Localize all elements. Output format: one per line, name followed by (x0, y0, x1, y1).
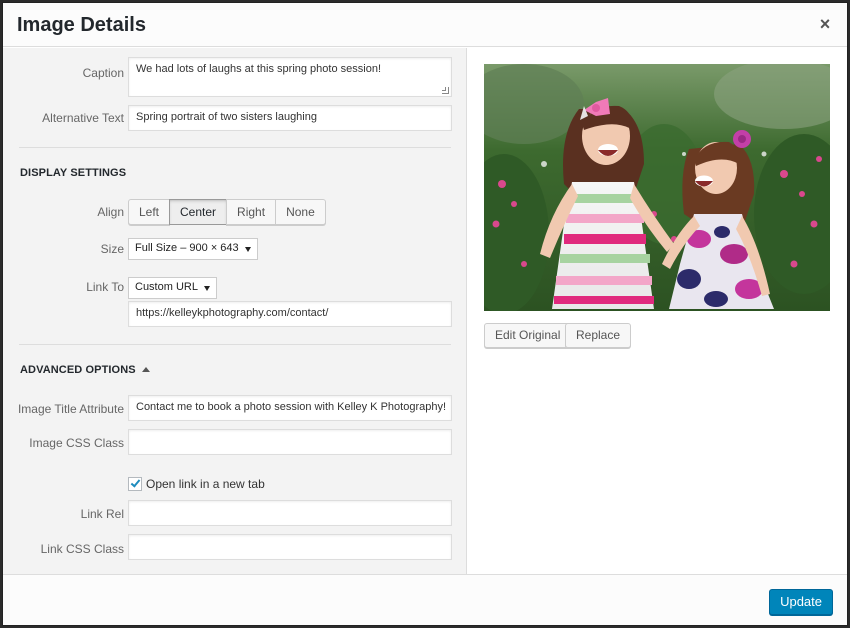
link-rel-field[interactable] (128, 500, 452, 526)
divider (19, 147, 451, 148)
link-to-select[interactable]: Custom URL (128, 277, 217, 299)
advanced-options-heading: ADVANCED OPTIONS (20, 364, 136, 376)
align-right-button[interactable]: Right (226, 199, 277, 225)
align-label: Align (97, 205, 124, 219)
size-label: Size (100, 242, 124, 256)
align-none-button[interactable]: None (275, 199, 326, 225)
new-tab-label: Open link in a new tab (146, 477, 265, 491)
link-url-field[interactable]: https://kelleykphotography.com/contact/ (128, 301, 452, 327)
update-button[interactable]: Update (769, 589, 833, 615)
edit-original-button[interactable]: Edit Original (484, 323, 572, 348)
checkmark-icon (130, 477, 141, 488)
link-to-select-value: Custom URL (135, 281, 198, 293)
title-attribute-label: Image Title Attribute (17, 402, 124, 416)
chevron-down-icon (244, 247, 251, 252)
link-rel-label: Link Rel (80, 507, 124, 521)
link-to-label: Link To (86, 280, 124, 294)
resize-grip-icon[interactable] (442, 87, 449, 94)
settings-panel: Caption We had lots of laughs at this sp… (3, 48, 467, 574)
divider (19, 344, 451, 345)
replace-button[interactable]: Replace (565, 323, 632, 348)
alt-text-label: Alternative Text (42, 111, 124, 125)
close-icon[interactable]: × (817, 15, 833, 33)
caret-up-icon (141, 367, 150, 372)
display-settings-heading: DISPLAY SETTINGS (20, 167, 127, 179)
image-preview-panel: Edit Original Replace (468, 48, 847, 574)
modal-footer: Update (3, 574, 847, 625)
new-tab-option[interactable]: Open link in a new tab (128, 477, 265, 491)
align-button-group: Left Center Right None (128, 199, 326, 225)
image-css-class-label: Image CSS Class (29, 436, 124, 450)
align-left-button[interactable]: Left (128, 199, 171, 225)
image-preview (484, 64, 830, 311)
size-select[interactable]: Full Size – 900 × 643 (128, 238, 258, 260)
title-attribute-field[interactable]: Contact me to book a photo session with … (128, 395, 452, 421)
size-select-value: Full Size – 900 × 643 (135, 242, 239, 254)
chevron-down-icon (203, 286, 210, 291)
image-css-class-field[interactable] (128, 429, 452, 455)
caption-field[interactable]: We had lots of laughs at this spring pho… (128, 57, 452, 97)
advanced-options-toggle[interactable]: ADVANCED OPTIONS (20, 364, 150, 376)
caption-label: Caption (82, 66, 124, 80)
caption-value: We had lots of laughs at this spring pho… (136, 63, 381, 75)
modal-header: Image Details × (3, 3, 847, 47)
photo-illustration (484, 64, 830, 311)
new-tab-checkbox[interactable] (128, 477, 142, 491)
image-details-modal: Image Details × Caption We had lots of l… (2, 2, 848, 626)
alt-text-field[interactable]: Spring portrait of two sisters laughing (128, 105, 452, 131)
link-css-class-field[interactable] (128, 534, 452, 560)
link-css-class-label: Link CSS Class (40, 542, 124, 556)
modal-title: Image Details (17, 14, 146, 36)
align-center-button[interactable]: Center (169, 199, 228, 225)
